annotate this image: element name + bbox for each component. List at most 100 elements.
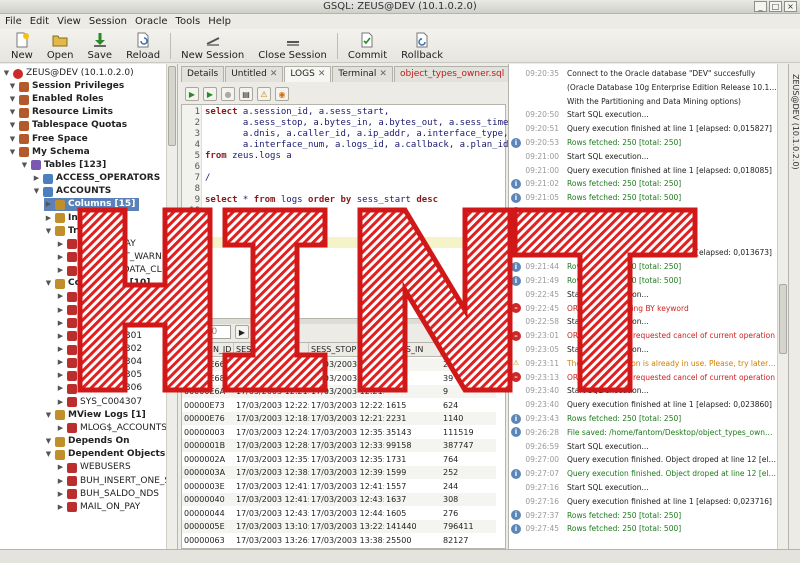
tree-root[interactable]: ▼ ZEUS@DEV (10.1.0.2.0) (2, 67, 134, 80)
expander-icon[interactable]: ▶ (56, 503, 65, 512)
expander-icon[interactable]: ▼ (8, 121, 17, 130)
menu-tools[interactable]: Tools (176, 14, 201, 29)
table-row[interactable]: 00000E66 17/03/2003 12:20:0517/03/2003 12… (182, 358, 496, 371)
expander-icon[interactable]: ▶ (56, 371, 65, 380)
expander-icon[interactable]: ▶ (56, 477, 65, 486)
open-button[interactable]: Open (40, 29, 81, 62)
reload-button[interactable]: Reload (119, 29, 167, 62)
tree-item[interactable]: ▶ MAIL_SENT_WARN (56, 251, 162, 264)
expander-icon[interactable]: ▼ (44, 411, 53, 420)
limit-checkbox[interactable] (185, 328, 193, 336)
fetch-limit-spinner[interactable]: 250 (197, 325, 231, 339)
expander-icon[interactable]: ▼ (44, 450, 53, 459)
expander-icon[interactable]: ▶ (56, 463, 65, 472)
table-row[interactable]: 0000003E 17/03/2003 12:41:0517/03/2003 12… (182, 479, 496, 493)
tree-item[interactable]: ▶ ACCOUNTS_STATU (56, 304, 163, 317)
fetch-all-button[interactable]: ⏵ (253, 325, 267, 339)
tree-item[interactable]: ▶ MLOG$_ACCOUNTS (56, 422, 167, 435)
tree-item[interactable]: ▼ Session Privileges (8, 80, 124, 93)
tree-item[interactable]: ▼ Enabled Roles (8, 93, 104, 106)
new-session-button[interactable]: New Session (174, 29, 251, 62)
run-button[interactable]: ▶ (185, 87, 199, 101)
expander-icon[interactable]: ▶ (56, 292, 65, 301)
column-header[interactable]: SESS_STOP (309, 343, 384, 356)
tree-item[interactable]: ▼ Free Space (8, 133, 88, 146)
tree-item[interactable]: ▼ Dependent Objects [27 (44, 448, 177, 461)
tree-item[interactable]: ▶ BUH_INSERT_ONE_SEF (56, 475, 177, 488)
log-scrollbar[interactable] (777, 64, 788, 549)
column-header[interactable]: SESS_START (234, 343, 309, 356)
commit-button[interactable]: Commit (341, 29, 394, 62)
expander-icon[interactable]: ▶ (56, 253, 65, 262)
tree-item[interactable]: ▶ SYS_C004306 (56, 382, 142, 395)
expander-icon[interactable]: ▼ (44, 227, 53, 236)
table-row[interactable]: 00000040 17/03/2003 12:41:5017/03/2003 12… (182, 493, 496, 506)
menu-file[interactable]: File (5, 14, 22, 29)
tree-item[interactable]: ▶ SYS_C004304 (56, 356, 142, 369)
history-button[interactable]: ◉ (275, 87, 289, 101)
menu-help[interactable]: Help (208, 14, 231, 29)
tree-item[interactable]: ▶ SYS_C004301 (56, 330, 142, 343)
column-header[interactable]: BYTES_IN (384, 343, 441, 356)
table-row[interactable]: 00000E73 17/03/2003 12:22:0817/03/2003 12… (182, 398, 496, 412)
table-row[interactable]: 00000044 17/03/2003 12:43:5817/03/2003 12… (182, 506, 496, 520)
sql-editor[interactable]: 1 2 3 4 5 6 7 8 9 10 11 12 select a.session_id, a.s… (181, 104, 514, 319)
table-row[interactable]: 00000E76 17/03/2003 12:18:5517/03/2003 12… (182, 412, 496, 425)
tree-item[interactable]: ▼ Tablespace Quotas (8, 119, 127, 132)
rollback-button[interactable]: Rollback (394, 29, 450, 62)
expander-icon[interactable]: ▶ (56, 266, 65, 275)
tree-item[interactable]: ▶ ACCESS_OPERATORS (32, 172, 160, 185)
close-window-button[interactable]: × (784, 1, 797, 12)
table-row[interactable]: 0000001B 17/03/2003 12:28:3117/03/2003 12… (182, 439, 496, 452)
new-button[interactable]: New (4, 29, 40, 62)
expander-icon[interactable]: ▶ (56, 384, 65, 393)
expander-icon[interactable]: ▶ (56, 398, 65, 407)
table-row[interactable]: 00000E6A 17/03/2003 12:21:0 17/03/2003 12:… (182, 385, 496, 398)
close-tab-icon[interactable]: ✕ (270, 67, 278, 82)
tree-item[interactable]: ▶ MAIL_ON_PAY (56, 501, 140, 514)
tree-item[interactable]: ▶ MAIL_ONPAY (56, 238, 136, 251)
expander-icon[interactable]: ▶ (56, 490, 65, 499)
tree-item[interactable]: ▼ My Schema (8, 146, 90, 159)
table-row[interactable]: 00000063 17/03/2003 13:26:1717/03/2003 13… (182, 533, 496, 547)
column-header[interactable]: SESSION_ID (182, 343, 234, 356)
tree-item[interactable]: ▶ SYS_C004307 (56, 396, 142, 409)
tab-terminal[interactable]: Terminal ✕ (332, 66, 393, 82)
tab-details[interactable]: Details (181, 66, 225, 82)
tree-item[interactable]: ▼ Resource Limits (8, 106, 113, 119)
column-header[interactable]: BYTES_OUT (441, 343, 496, 356)
menu-session[interactable]: Session (89, 14, 127, 29)
table-row[interactable]: 00000E68 17/03/2003 12:24:4417/03/2003 12… (182, 371, 496, 385)
expander-icon[interactable]: ▶ (56, 332, 65, 341)
menu-edit[interactable]: Edit (30, 14, 49, 29)
collapse-icon[interactable]: ▼ (2, 69, 11, 78)
table-row[interactable]: 0000002A 17/03/2003 12:35:2617/03/2003 12… (182, 452, 496, 466)
tree-item[interactable]: ▼ Depends On (44, 435, 130, 448)
tree-item[interactable]: ▶ WEBUSERS (56, 461, 131, 474)
expander-icon[interactable]: ▼ (44, 437, 53, 446)
table-row[interactable]: 00000003 17/03/2003 12:24:0617/03/2003 12… (182, 425, 496, 439)
warning-toggle-button[interactable]: ⚠ (257, 87, 271, 101)
tree-scrollbar[interactable] (166, 64, 177, 549)
export-button[interactable]: ⇪ (271, 325, 285, 339)
expander-icon[interactable]: ▶ (56, 306, 65, 315)
close-tab-icon[interactable]: ✕ (379, 67, 387, 82)
tree-item[interactable]: ▶ Columns [15] (44, 198, 140, 212)
save-button[interactable]: Save (81, 29, 120, 62)
expander-icon[interactable]: ▼ (8, 148, 17, 157)
tab-logs[interactable]: LOGS ✕ (284, 66, 332, 82)
expander-icon[interactable]: ▶ (56, 345, 65, 354)
run-step-button[interactable]: ▶ (203, 87, 217, 101)
format-button[interactable]: ▤ (239, 87, 253, 101)
tree-item[interactable]: ▶ SYS_C004302 (56, 343, 142, 356)
close-tab-icon[interactable]: ✕ (318, 67, 326, 82)
expander-icon[interactable]: ▼ (32, 187, 41, 196)
expander-icon[interactable]: ▶ (44, 214, 53, 223)
expander-icon[interactable]: ▶ (56, 240, 65, 249)
tree-item[interactable]: ▼ ACCOUNTS (32, 185, 111, 198)
maximize-button[interactable]: □ (769, 1, 782, 12)
menu-view[interactable]: View (57, 14, 81, 29)
minimize-button[interactable]: _ (754, 1, 767, 12)
expander-icon[interactable]: ▶ (56, 358, 65, 367)
stop-button[interactable]: ● (221, 87, 235, 101)
